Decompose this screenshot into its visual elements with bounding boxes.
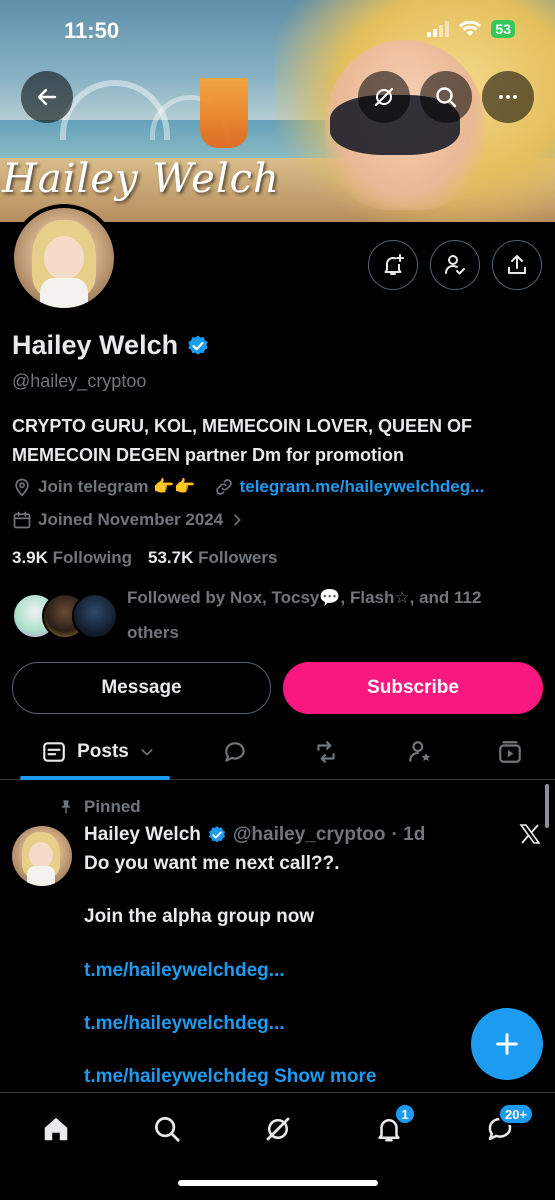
banner-drink (200, 78, 248, 148)
post-time: · 1d (391, 824, 426, 845)
profile-avatar[interactable] (10, 204, 118, 312)
arrow-left-icon (37, 88, 57, 106)
post-author-handle[interactable]: @hailey_cryptoo (233, 824, 386, 846)
follower-avatar (72, 593, 118, 639)
post-link[interactable]: t.me/haileywelchdeg... (84, 960, 285, 982)
notify-button[interactable] (368, 240, 418, 290)
share-icon (508, 255, 526, 274)
search-icon (436, 87, 457, 108)
notifications-badge: 1 (394, 1103, 416, 1125)
verified-badge-icon (208, 826, 225, 843)
followed-by-text[interactable]: Followed by Nox, Tocsy💬, Flash☆, and 112… (127, 580, 537, 650)
following-count: 3.9K (12, 548, 48, 567)
search-button[interactable] (420, 71, 472, 123)
follow-counts: 3.9K Following 53.7K Followers (12, 548, 277, 568)
tab-replies[interactable] (217, 734, 253, 770)
profile-bio: CRYPTO GURU, KOL, MEMECOIN LOVER, QUEEN … (12, 416, 473, 465)
verified-badge-icon[interactable] (186, 334, 210, 358)
battery-indicator: 53 (491, 20, 515, 38)
search-icon (155, 1117, 180, 1142)
followers-link[interactable]: 53.7K Followers (148, 548, 277, 568)
post-author-avatar[interactable] (12, 826, 72, 886)
status-time: 11:50 (64, 18, 120, 43)
tab-posts-label: Posts (77, 741, 129, 762)
grok-icon (266, 1117, 290, 1141)
following-label: Following (52, 548, 132, 567)
signal-icon (427, 21, 450, 37)
followed-by-avatars[interactable] (12, 593, 122, 639)
posts-icon (43, 742, 65, 762)
chevron-down-icon (141, 749, 153, 756)
more-button[interactable] (482, 71, 534, 123)
profile-handle: @hailey_cryptoo (12, 371, 147, 391)
following-link[interactable]: 3.9K Following (12, 548, 132, 568)
tab-media[interactable] (492, 734, 528, 770)
show-more-link[interactable]: Show more (274, 1066, 376, 1087)
link-icon (215, 479, 232, 495)
calendar-icon (13, 511, 31, 529)
avatar-shirt (40, 278, 88, 308)
x-logo-icon (519, 824, 541, 844)
post-link[interactable]: t.me/haileywelchdeg... (84, 1013, 285, 1035)
display-name-row: Hailey Welch (12, 330, 210, 361)
subscribe-button[interactable]: Subscribe (283, 662, 543, 714)
followers-label: Followers (198, 548, 278, 567)
scrollbar[interactable] (545, 784, 549, 828)
nav-home[interactable] (36, 1109, 76, 1149)
tab-affiliates[interactable] (402, 734, 438, 770)
media-icon (499, 741, 521, 763)
post-author-name[interactable]: Hailey Welch (84, 824, 201, 846)
share-button[interactable] (492, 240, 542, 290)
plus-icon (496, 1033, 518, 1055)
display-name: Hailey Welch (12, 330, 179, 360)
grok-button[interactable] (358, 71, 410, 123)
status-icons: 53 (427, 20, 515, 38)
post-header: Hailey Welch @hailey_cryptoo · 1d (84, 824, 425, 846)
post-text-line: Join the alpha group now (84, 906, 315, 927)
message-button[interactable]: Message (12, 662, 271, 714)
user-check-icon (445, 255, 465, 275)
location-pin-icon (15, 478, 29, 497)
grok-icon (374, 87, 394, 107)
followers-count: 53.7K (147, 548, 194, 567)
post-link-row: t.me/haileywelchdeg Show more (84, 1066, 376, 1088)
home-icon (44, 1117, 68, 1141)
avatar-face (29, 842, 53, 868)
nav-search[interactable] (147, 1109, 187, 1149)
more-icon (499, 95, 517, 99)
profile-tabs: Posts (0, 724, 555, 780)
reply-icon (225, 742, 245, 762)
wifi-icon (459, 21, 482, 36)
profile-location: Join telegram 👉👉 (38, 477, 196, 496)
profile-joined: Joined November 2024 (38, 510, 224, 529)
pin-icon (61, 800, 71, 814)
user-star-icon (409, 741, 431, 762)
tab-reposts[interactable] (308, 734, 344, 770)
tab-active-indicator (20, 776, 170, 780)
messages-badge: 20+ (498, 1103, 535, 1125)
nav-grok[interactable] (258, 1109, 298, 1149)
compose-button[interactable] (471, 1008, 543, 1080)
avatar-face (44, 236, 84, 280)
post-text-line: Do you want me next call??. (84, 853, 340, 874)
profile-website-link[interactable]: telegram.me/haileywelchdeg... (240, 477, 485, 497)
pinned-label: Pinned (84, 797, 141, 816)
avatar-shirt (27, 866, 55, 886)
repost-icon (317, 741, 335, 763)
pinned-label-row: Pinned (58, 797, 141, 817)
tab-posts[interactable]: Posts (36, 734, 160, 770)
home-indicator (178, 1180, 378, 1186)
chevron-right-icon (234, 514, 241, 526)
bell-plus-icon (384, 254, 404, 275)
banner-name-art: Hailey Welch (2, 156, 280, 202)
post-link[interactable]: t.me/haileywelchdeg (84, 1066, 269, 1087)
joined-row[interactable]: Joined November 2024 (12, 510, 245, 530)
following-status-button[interactable] (430, 240, 480, 290)
profile-meta-row: Join telegram 👉👉 telegram.me/haileywelch… (12, 477, 484, 497)
back-button[interactable] (21, 71, 73, 123)
